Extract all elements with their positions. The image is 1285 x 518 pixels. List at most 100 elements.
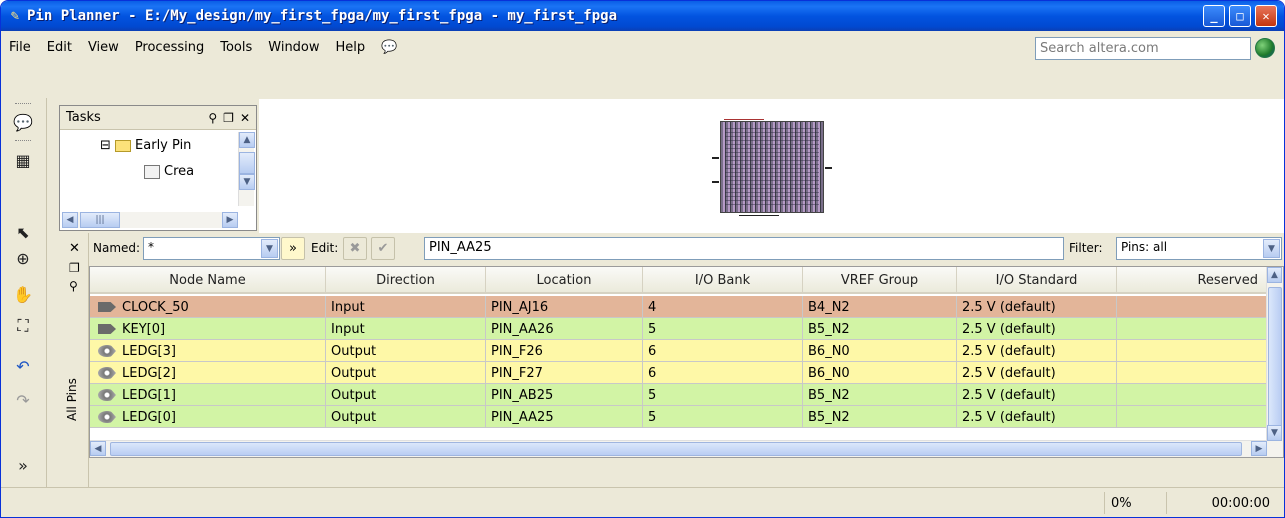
toolbar-more-icon[interactable]: » xyxy=(11,453,35,477)
cell-location[interactable]: PIN_AB25 xyxy=(486,384,643,406)
scroll-up-icon[interactable]: ▲ xyxy=(239,132,255,148)
scroll-right-icon[interactable]: ▶ xyxy=(222,212,238,228)
tasks-hscroll-thumb[interactable]: ||| xyxy=(80,212,120,228)
cell-vref[interactable]: B5_N2 xyxy=(803,384,957,406)
cell-reserved[interactable] xyxy=(1117,406,1267,428)
cell-direction[interactable]: Output xyxy=(326,406,486,428)
scroll-right-icon[interactable]: ▶ xyxy=(1251,441,1267,456)
title-bar[interactable]: ✎ Pin Planner - E:/My_design/my_first_fp… xyxy=(1,1,1284,31)
cell-bank[interactable]: 5 xyxy=(643,406,803,428)
menu-file[interactable]: File xyxy=(1,40,39,55)
cell-standard[interactable]: 2.5 V (default) xyxy=(957,384,1117,406)
cell-standard[interactable]: 2.5 V (default) xyxy=(957,318,1117,340)
cell-reserved[interactable] xyxy=(1117,296,1267,318)
cell-vref[interactable]: B4_N2 xyxy=(803,296,957,318)
tree-item-early-pin[interactable]: ⊟ Early Pin xyxy=(100,138,191,153)
col-io-bank[interactable]: I/O Bank xyxy=(643,267,803,294)
col-io-standard[interactable]: I/O Standard xyxy=(957,267,1117,294)
tree-item-create[interactable]: Crea xyxy=(144,164,194,179)
cell-direction[interactable]: Input xyxy=(326,318,486,340)
toolbar-grip[interactable] xyxy=(15,140,31,142)
pin-view-icon[interactable]: ▦ xyxy=(11,148,35,172)
chevron-down-icon[interactable]: ▼ xyxy=(1263,239,1280,258)
accept-edit-icon[interactable]: ✔ xyxy=(371,237,395,260)
named-combo[interactable]: * ▼ xyxy=(143,237,280,260)
cell-reserved[interactable] xyxy=(1117,340,1267,362)
fpga-package-image[interactable] xyxy=(720,121,824,213)
hand-pan-icon[interactable]: ✋ xyxy=(11,282,35,306)
all-pins-tab[interactable]: All Pins xyxy=(65,378,79,421)
redo-icon[interactable]: ↷ xyxy=(11,388,35,412)
table-row[interactable]: KEY[0] Input PIN_AA26 5 B5_N2 2.5 V (default) xyxy=(90,318,1267,340)
table-hscroll-thumb[interactable] xyxy=(110,442,1242,456)
filter-combo[interactable]: Pins: all ▼ xyxy=(1116,237,1282,260)
tasks-scroll-thumb[interactable] xyxy=(239,152,255,174)
pin-pane-icon[interactable]: ⚲ xyxy=(69,279,78,293)
cell-name[interactable]: LEDG[1] xyxy=(90,384,326,406)
menu-view[interactable]: View xyxy=(80,40,127,55)
collapse-icon[interactable]: ⊟ xyxy=(100,138,111,153)
chip-package-view[interactable] xyxy=(259,99,1284,233)
scroll-down-icon[interactable]: ▼ xyxy=(1267,425,1282,441)
menu-processing[interactable]: Processing xyxy=(127,40,212,55)
maximize-button[interactable]: □ xyxy=(1229,5,1251,27)
cell-direction[interactable]: Output xyxy=(326,384,486,406)
table-vscroll-thumb[interactable] xyxy=(1268,287,1282,437)
scroll-left-icon[interactable]: ◀ xyxy=(90,441,106,456)
col-vref-group[interactable]: VREF Group xyxy=(803,267,957,294)
cell-standard[interactable]: 2.5 V (default) xyxy=(957,362,1117,384)
menu-window[interactable]: Window xyxy=(260,40,327,55)
minimize-button[interactable]: _ xyxy=(1203,5,1225,27)
cell-location[interactable]: PIN_AA26 xyxy=(486,318,643,340)
menu-edit[interactable]: Edit xyxy=(39,40,80,55)
cell-name[interactable]: KEY[0] xyxy=(90,318,326,340)
menu-tools[interactable]: Tools xyxy=(212,40,260,55)
select-pointer-icon[interactable]: ⬉ xyxy=(11,220,35,244)
cell-bank[interactable]: 4 xyxy=(643,296,803,318)
close-panel-icon[interactable]: ✕ xyxy=(240,111,250,125)
cell-location[interactable]: PIN_AJ16 xyxy=(486,296,643,318)
cell-standard[interactable]: 2.5 V (default) xyxy=(957,296,1117,318)
scroll-up-icon[interactable]: ▲ xyxy=(1267,267,1282,283)
cell-standard[interactable]: 2.5 V (default) xyxy=(957,340,1117,362)
feedback-tool-icon[interactable]: 💬 xyxy=(11,110,35,134)
table-row[interactable]: LEDG[2] Output PIN_F27 6 B6_N0 2.5 V (default… xyxy=(90,362,1267,384)
zoom-icon[interactable]: ⊕ xyxy=(11,246,35,270)
col-location[interactable]: Location xyxy=(486,267,643,294)
globe-icon[interactable] xyxy=(1255,38,1275,58)
cell-bank[interactable]: 6 xyxy=(643,362,803,384)
table-hscroll[interactable]: ◀ ▶ xyxy=(90,440,1267,457)
cell-reserved[interactable] xyxy=(1117,318,1267,340)
cell-bank[interactable]: 5 xyxy=(643,318,803,340)
run-filter-button[interactable]: » xyxy=(281,237,305,260)
toolbar-grip[interactable] xyxy=(15,103,31,105)
cell-direction[interactable]: Output xyxy=(326,340,486,362)
cell-direction[interactable]: Output xyxy=(326,362,486,384)
scroll-down-icon[interactable]: ▼ xyxy=(239,174,255,190)
cell-location[interactable]: PIN_AA25 xyxy=(486,406,643,428)
cell-name[interactable]: LEDG[2] xyxy=(90,362,326,384)
close-button[interactable]: ✕ xyxy=(1255,5,1277,27)
pin-panel-icon[interactable]: ⚲ xyxy=(208,111,217,125)
table-row[interactable]: CLOCK_50 Input PIN_AJ16 4 B4_N2 2.5 V (defaul… xyxy=(90,296,1267,318)
edit-value-field[interactable]: PIN_AA25 xyxy=(424,237,1064,260)
cell-name[interactable]: LEDG[0] xyxy=(90,406,326,428)
cancel-edit-icon[interactable]: ✖ xyxy=(343,237,367,260)
feedback-icon[interactable]: 💬 xyxy=(373,40,405,55)
table-vscroll[interactable]: ▲ ▼ xyxy=(1266,267,1283,457)
table-row[interactable]: LEDG[1] Output PIN_AB25 5 B5_N2 2.5 V (defaul… xyxy=(90,384,1267,406)
scroll-left-icon[interactable]: ◀ xyxy=(62,212,78,228)
tasks-hscroll[interactable]: ◀ ||| ▶ xyxy=(62,212,238,228)
cell-location[interactable]: PIN_F26 xyxy=(486,340,643,362)
cell-name[interactable]: CLOCK_50 xyxy=(90,296,326,318)
cell-name[interactable]: LEDG[3] xyxy=(90,340,326,362)
search-input[interactable]: Search altera.com xyxy=(1035,37,1251,60)
col-direction[interactable]: Direction xyxy=(326,267,486,294)
cell-reserved[interactable] xyxy=(1117,384,1267,406)
cell-reserved[interactable] xyxy=(1117,362,1267,384)
fit-view-icon[interactable]: ⛶ xyxy=(11,314,35,338)
cell-bank[interactable]: 5 xyxy=(643,384,803,406)
float-pane-icon[interactable]: ❐ xyxy=(69,261,80,275)
cell-direction[interactable]: Input xyxy=(326,296,486,318)
float-panel-icon[interactable]: ❐ xyxy=(223,111,234,125)
